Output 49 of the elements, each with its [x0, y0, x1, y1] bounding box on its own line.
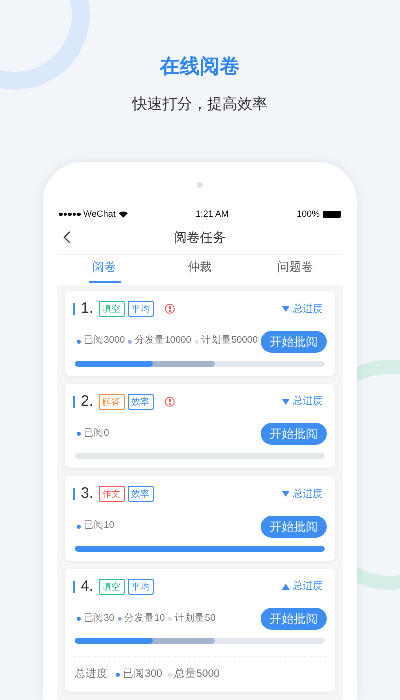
- start-review-button[interactable]: 开始批阅: [261, 516, 327, 538]
- stat-text: 已阅30: [84, 612, 115, 626]
- stat-text: 计划量50: [175, 612, 216, 626]
- subtitle: 快速打分，提高效率: [132, 95, 268, 115]
- start-review-button[interactable]: 开始批阅: [261, 330, 327, 352]
- page-title: 阅卷任务: [174, 228, 226, 247]
- progress-toggle[interactable]: 总进度: [282, 302, 323, 317]
- clock-text: 1:21 AM: [196, 208, 229, 220]
- tag: 解答: [98, 394, 125, 410]
- tab[interactable]: 问题卷: [248, 255, 343, 285]
- tag: 效率: [128, 486, 154, 502]
- triangle-down-icon: [282, 398, 290, 405]
- tag: 填空: [98, 578, 125, 595]
- stat-text: 分发量10: [124, 612, 166, 626]
- progress-toggle[interactable]: 总进度: [282, 486, 323, 502]
- wifi-icon: [118, 210, 128, 218]
- task-number: 3.: [81, 484, 94, 504]
- stat-text: 计划量50000: [202, 334, 258, 348]
- task-number: 4.: [81, 576, 94, 596]
- start-review-button[interactable]: 开始批阅: [261, 608, 327, 630]
- back-icon[interactable]: [63, 231, 71, 244]
- signal-icon: [59, 212, 80, 216]
- progress-toggle[interactable]: 总进度: [282, 394, 323, 410]
- carrier-text: WeChat: [84, 208, 116, 220]
- tag: 平均: [128, 578, 154, 595]
- triangle-down-icon: [282, 306, 290, 312]
- stat-text: 总量5000: [174, 667, 220, 682]
- stat-text: 分发量10000: [135, 334, 192, 348]
- start-review-button[interactable]: 开始批阅: [261, 423, 327, 445]
- triangle-down-icon: [282, 491, 290, 498]
- camera-icon: [197, 182, 203, 188]
- stat-text: 已阅10: [84, 519, 115, 534]
- tab[interactable]: 仲裁: [152, 255, 248, 285]
- total-label: 总进度: [75, 667, 108, 682]
- task-number: 1.: [81, 299, 94, 319]
- stat-text: 已阅3000: [84, 334, 126, 348]
- tag: 平均: [128, 301, 154, 318]
- stat-text: 已阅300: [123, 667, 163, 682]
- battery-icon: [322, 210, 341, 218]
- tag: 填空: [98, 301, 125, 318]
- triangle-up-icon: [282, 584, 290, 590]
- progress-toggle[interactable]: 总进度: [282, 579, 323, 594]
- task-number: 2.: [81, 392, 94, 412]
- tag: 作文: [98, 486, 125, 502]
- tag: 效率: [128, 394, 154, 410]
- tab[interactable]: 阅卷: [57, 255, 152, 285]
- battery-text: 100%: [296, 208, 320, 220]
- headline: 在线阅卷: [160, 55, 240, 80]
- stat-text: 已阅0: [84, 426, 110, 441]
